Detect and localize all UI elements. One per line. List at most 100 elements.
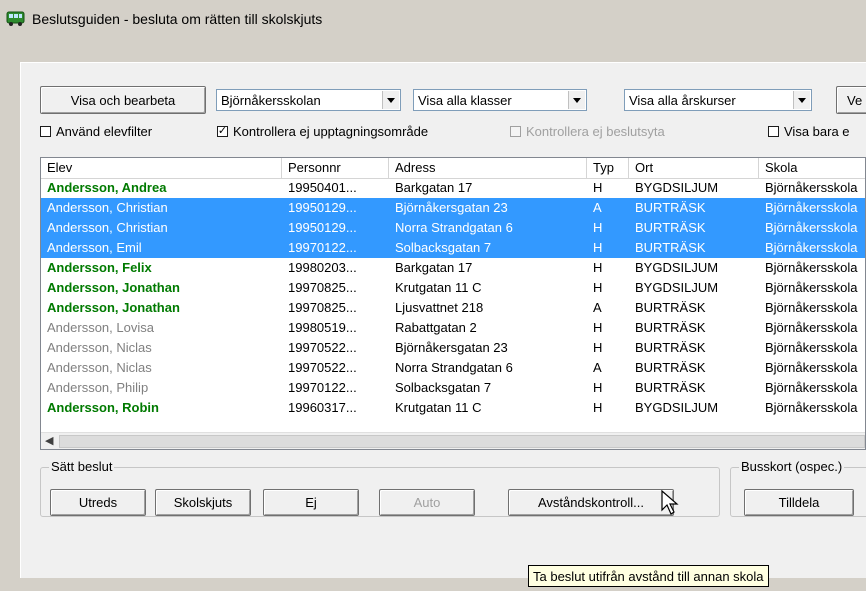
cell-ort: BYGDSILJUM [635,280,719,295]
table-row[interactable]: Andersson, Lovisa 19980519... Rabattgatan … [41,318,865,338]
cell-adress: Krutgatan 11 C [395,400,482,415]
cell-elev: Andersson, Lovisa [47,320,154,335]
cell-adress: Norra Strandgatan 6 [395,220,513,235]
cell-typ: A [593,200,602,215]
cell-ort: BURTRÄSK [635,320,706,335]
table-row[interactable]: Andersson, Christian 19950129... Norra Str… [41,218,865,238]
cell-skola: Björnåkersskola [765,400,858,415]
cell-ort: BYGDSILJUM [635,400,719,415]
title-bar: Beslutsguiden - besluta om rätten till s… [0,0,866,62]
cell-skola: Björnåkersskola [765,360,858,375]
skolskjuts-button[interactable]: Skolskjuts [155,489,251,516]
column-header-personnr[interactable]: Personnr [282,158,389,178]
class-select-value: Visa alla klasser [418,93,512,108]
right-button-label: Ve [847,92,863,108]
ej-button[interactable]: Ej [263,489,359,516]
cell-typ: H [593,380,603,395]
tooltip: Ta beslut utifrån avstånd till annan sko… [528,565,769,587]
cell-skola: Björnåkersskola [765,200,858,215]
cell-adress: Norra Strandgatan 6 [395,360,513,375]
utreds-button[interactable]: Utreds [50,489,146,516]
window-title: Beslutsguiden - besluta om rätten till s… [32,11,323,27]
cell-personnr: 19950129... [288,220,357,235]
list-header: Elev Personnr Adress Typ Ort Skola [41,158,865,179]
school-select-value: Björnåkersskolan [221,93,321,108]
table-row[interactable]: Andersson, Felix 19980203... Barkgatan 17 H… [41,258,865,278]
school-select[interactable]: Björnåkersskolan [216,89,401,111]
cell-typ: H [593,260,603,275]
show-edit-button-label: Visa och bearbeta [70,92,176,108]
cell-skola: Björnåkersskola [765,180,858,195]
cell-skola: Björnåkersskola [765,260,858,275]
cell-elev: Andersson, Andrea [47,180,167,195]
cell-typ: H [593,220,603,235]
auto-button-label: Auto [413,495,441,510]
table-row[interactable]: Andersson, Robin 19960317... Krutgatan 11 … [41,398,865,418]
cell-skola: Björnåkersskola [765,320,858,335]
right-button[interactable]: Ve [836,86,866,114]
cell-ort: BURTRÄSK [635,340,706,355]
cell-adress: Björnåkersgatan 23 [395,200,508,215]
cell-adress: Barkgatan 17 [395,180,473,195]
cell-typ: A [593,360,602,375]
distance-check-button[interactable]: Avståndskontroll... [508,489,674,516]
student-filter-checkbox[interactable]: Använd elevfilter [40,124,152,139]
cell-typ: H [593,320,603,335]
table-row[interactable]: Andersson, Emil 19970122... Solbacksgatan … [41,238,865,258]
student-list[interactable]: Elev Personnr Adress Typ Ort Skola Ander… [40,157,866,450]
no-decision-area-checkbox: Kontrollera ej beslutsyta [510,124,665,139]
show-edit-button[interactable]: Visa och bearbeta [40,86,206,114]
column-header-skola[interactable]: Skola [759,158,865,178]
column-header-elev[interactable]: Elev [41,158,282,178]
mouse-cursor-icon [661,490,679,515]
table-row[interactable]: Andersson, Philip 19970122... Solbacksgata… [41,378,865,398]
cell-ort: BURTRÄSK [635,300,706,315]
cell-personnr: 19970825... [288,300,357,315]
table-row[interactable]: Andersson, Niclas 19970522... Norra Strand… [41,358,865,378]
cell-adress: Solbacksgatan 7 [395,380,492,395]
bus-icon [6,11,25,26]
table-row[interactable]: Andersson, Christian 19950129... Björnåker… [41,198,865,218]
show-only-checkbox[interactable]: Visa bara e [768,124,850,139]
cell-ort: BYGDSILJUM [635,180,719,195]
cell-adress: Ljusvattnet 218 [395,300,484,315]
grade-select[interactable]: Visa alla årskurser [624,89,812,111]
checkmark-icon[interactable]: ✓ [217,126,228,137]
table-row[interactable]: Andersson, Jonathan 19970825... Ljusvattne… [41,298,865,318]
checkbox-box [510,126,521,137]
column-header-adress[interactable]: Adress [389,158,587,178]
cell-ort: BYGDSILJUM [635,260,719,275]
cell-skola: Björnåkersskola [765,340,858,355]
assign-button[interactable]: Tilldela [744,489,854,516]
cell-typ: H [593,400,603,415]
no-decision-area-label: Kontrollera ej beslutsyta [526,124,665,139]
chevron-down-icon[interactable] [568,91,585,109]
table-row[interactable]: Andersson, Niclas 19970522... Björnåkersga… [41,338,865,358]
utreds-button-label: Utreds [78,495,118,510]
checkbox-box[interactable] [40,126,51,137]
cell-personnr: 19980203... [288,260,357,275]
cell-ort: BURTRÄSK [635,380,706,395]
cell-adress: Rabattgatan 2 [395,320,477,335]
table-row[interactable]: Andersson, Andrea 19950401... Barkgatan 17… [41,178,865,198]
cell-personnr: 19970522... [288,340,357,355]
scroll-left-icon[interactable]: ◀ [45,434,53,447]
column-header-typ[interactable]: Typ [587,158,629,178]
scrollbar-thumb[interactable] [59,435,865,448]
chevron-down-icon[interactable] [382,91,399,109]
column-header-ort[interactable]: Ort [629,158,759,178]
no-pickup-area-label: Kontrollera ej upptagningsområde [233,124,429,139]
cell-typ: H [593,280,603,295]
cell-adress: Björnåkersgatan 23 [395,340,508,355]
table-row[interactable]: Andersson, Jonathan 19970825... Krutgatan … [41,278,865,298]
buscard-group-legend: Busskort (ospec.) [739,459,845,474]
class-select[interactable]: Visa alla klasser [413,89,587,111]
checkbox-box[interactable] [768,126,779,137]
auto-button: Auto [379,489,475,516]
cell-personnr: 19950129... [288,200,357,215]
no-pickup-area-checkbox[interactable]: ✓ Kontrollera ej upptagningsområde [217,124,428,139]
cell-skola: Björnåkersskola [765,240,858,255]
cell-elev: Andersson, Christian [47,200,168,215]
chevron-down-icon[interactable] [793,91,810,109]
horizontal-scrollbar[interactable]: ◀ [41,432,865,449]
